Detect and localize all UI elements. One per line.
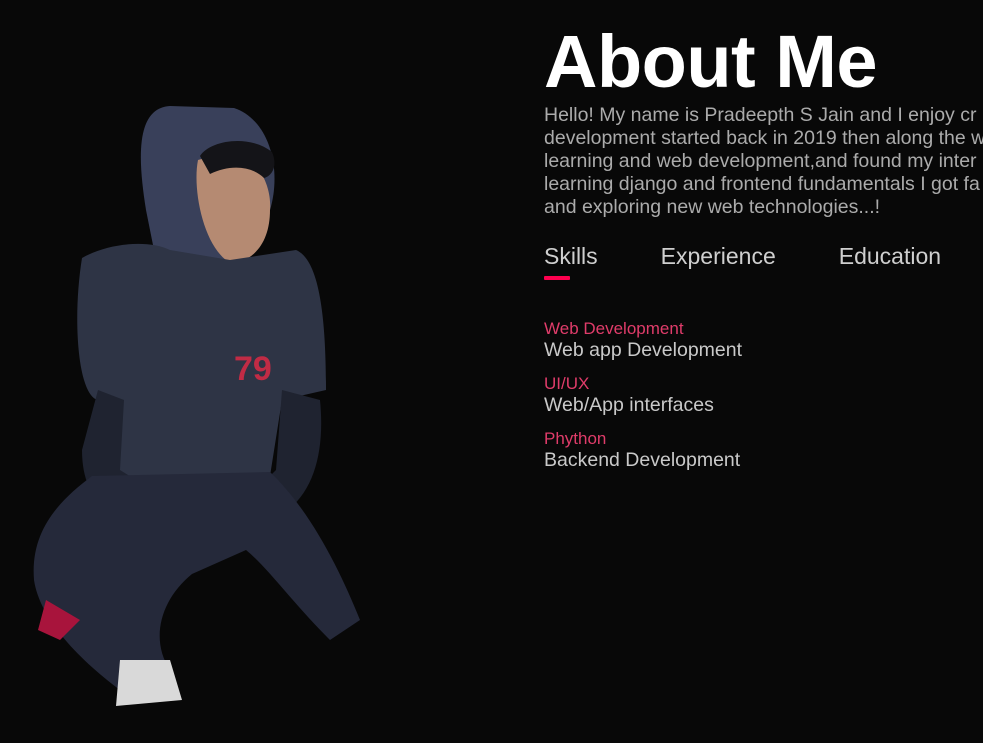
skills-list: Web Development Web app Development UI/U… (544, 319, 983, 472)
list-item: Web Development Web app Development (544, 319, 983, 362)
tab-skills[interactable]: Skills (544, 243, 598, 285)
skill-name: Phython (544, 429, 607, 448)
shirt-logo: 79 (234, 350, 272, 388)
tab-experience[interactable]: Experience (661, 243, 776, 285)
list-item: Phython Backend Development (544, 429, 983, 472)
skill-name: Web Development (544, 319, 684, 338)
bio-line: learning django and frontend fundamental… (544, 173, 980, 195)
skill-description: Backend Development (544, 449, 741, 471)
tab-bar: Skills Experience Education (544, 243, 983, 285)
bio-line: learning and web development,and found m… (544, 150, 977, 172)
page-title: About Me (544, 20, 878, 103)
about-section: About Me Hello! My name is Pradeepth S J… (544, 20, 983, 484)
skill-description: Web app Development (544, 339, 743, 361)
tab-education[interactable]: Education (839, 243, 941, 285)
profile-photo: 79 (20, 100, 380, 712)
bio-line: and exploring new web technologies...! (544, 196, 881, 218)
bio-paragraph: Hello! My name is Pradeepth S Jain and I… (544, 104, 983, 219)
bio-line: Hello! My name is Pradeepth S Jain and I… (544, 104, 977, 126)
list-item: UI/UX Web/App interfaces (544, 374, 983, 417)
skill-name: UI/UX (544, 374, 590, 393)
about-page: 79 About Me Hello! My name is Pradeepth … (0, 0, 983, 743)
skill-description: Web/App interfaces (544, 394, 714, 416)
bio-line: development started back in 2019 then al… (544, 127, 983, 149)
